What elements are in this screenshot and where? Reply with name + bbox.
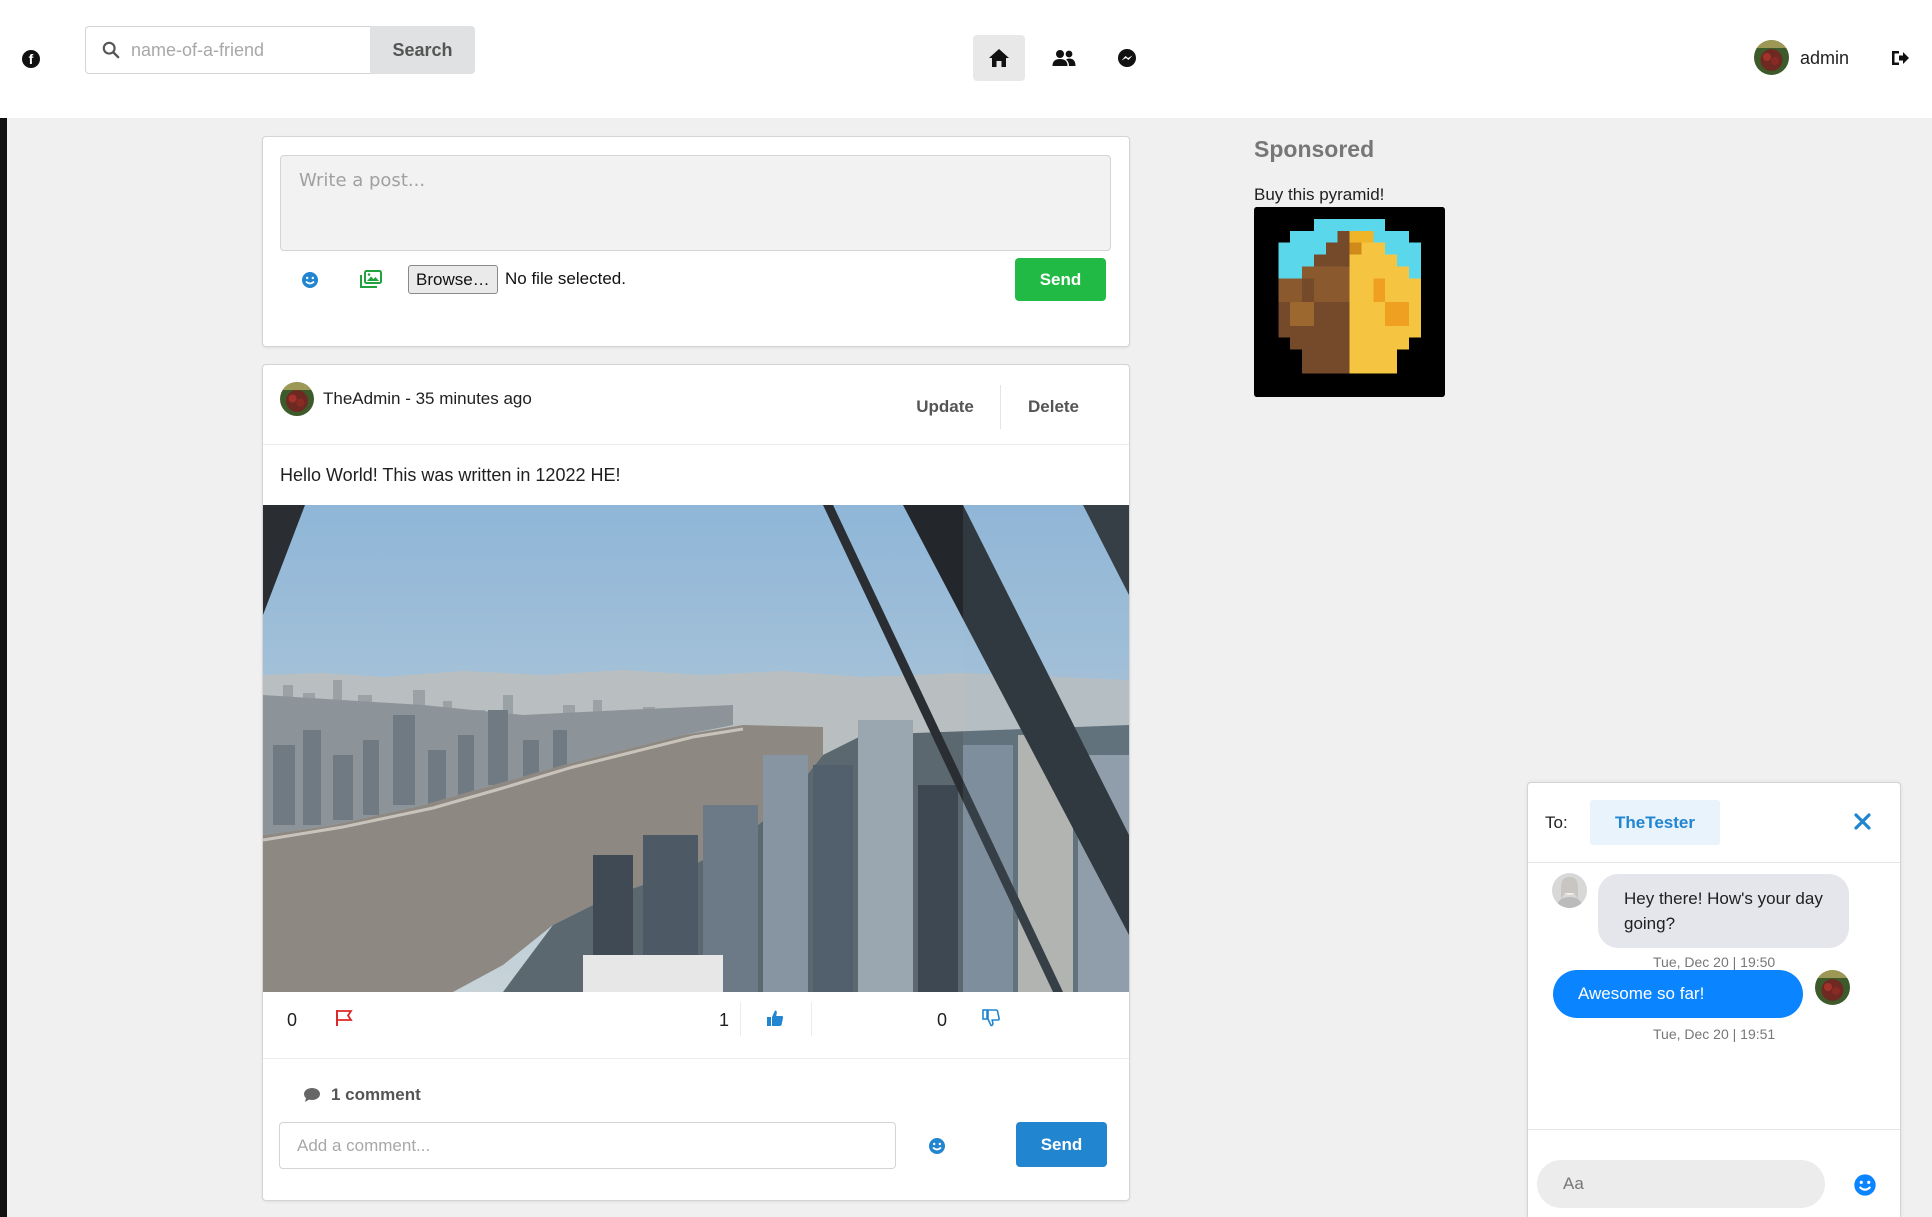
comment-icon bbox=[304, 1088, 320, 1102]
sender-avatar bbox=[1815, 970, 1850, 1005]
post-stats-divider bbox=[263, 1058, 1129, 1059]
flag-icon[interactable] bbox=[335, 1009, 353, 1027]
comment-send-button[interactable]: Send bbox=[1016, 1122, 1107, 1167]
post-actions: Update Delete bbox=[890, 385, 1106, 429]
smile-icon[interactable] bbox=[928, 1137, 946, 1155]
close-icon[interactable] bbox=[1854, 813, 1871, 830]
messenger-icon bbox=[1118, 49, 1136, 67]
search-button[interactable]: Search bbox=[370, 26, 475, 74]
smile-icon[interactable] bbox=[301, 271, 319, 289]
delete-post-button[interactable]: Delete bbox=[1001, 385, 1106, 429]
user-avatar[interactable] bbox=[1754, 40, 1789, 75]
chat-message-input[interactable] bbox=[1537, 1160, 1825, 1208]
post-textarea[interactable] bbox=[280, 155, 1111, 251]
post-author-time: TheAdmin - 35 minutes ago bbox=[323, 389, 532, 408]
facebook-icon[interactable]: f bbox=[22, 50, 40, 68]
post-image[interactable] bbox=[263, 505, 1129, 992]
sponsored-heading: Sponsored bbox=[1254, 136, 1375, 162]
images-icon[interactable] bbox=[360, 270, 382, 288]
search-icon bbox=[102, 41, 120, 59]
nav-friends-button[interactable] bbox=[1038, 35, 1090, 81]
sponsored-caption: Buy this pyramid! bbox=[1254, 185, 1385, 204]
like-count: 1 bbox=[719, 1010, 730, 1030]
chat-to-label: To: bbox=[1545, 813, 1568, 832]
dislike-count: 0 bbox=[937, 1010, 948, 1030]
home-icon bbox=[989, 49, 1009, 67]
search-box bbox=[85, 26, 370, 74]
friends-icon bbox=[1052, 50, 1076, 66]
post-send-button[interactable]: Send bbox=[1015, 258, 1106, 301]
search-input[interactable] bbox=[131, 27, 366, 73]
file-status-text: No file selected. bbox=[505, 269, 626, 288]
post-card: TheAdmin - 35 minutes ago Update Delete … bbox=[262, 364, 1130, 1201]
thumbs-down-icon[interactable] bbox=[982, 1009, 1000, 1027]
post-text: Hello World! This was written in 12022 H… bbox=[280, 465, 621, 485]
user-name[interactable]: admin bbox=[1800, 48, 1849, 69]
chat-recipient[interactable]: TheTester bbox=[1590, 800, 1720, 845]
nav-home-button[interactable] bbox=[973, 35, 1025, 81]
comments-toggle[interactable]: 1 comment bbox=[303, 1085, 421, 1105]
stats-separator bbox=[740, 1002, 741, 1036]
comment-input[interactable] bbox=[279, 1122, 896, 1169]
post-header-divider bbox=[263, 444, 1129, 445]
sign-out-icon[interactable] bbox=[1890, 48, 1910, 68]
author-avatar[interactable] bbox=[280, 382, 314, 416]
recipient-avatar bbox=[1552, 873, 1587, 908]
top-navbar: f Search a bbox=[0, 0, 1932, 118]
post-stats: 0 1 0 bbox=[263, 992, 1129, 1047]
comment-count-label: 1 comment bbox=[331, 1085, 421, 1104]
thumbs-up-icon[interactable] bbox=[766, 1009, 784, 1027]
left-edge-strip bbox=[0, 118, 7, 1217]
sponsored-pyramid-image[interactable] bbox=[1254, 207, 1445, 397]
message-timestamp: Tue, Dec 20 | 19:50 bbox=[1653, 954, 1776, 970]
report-count: 0 bbox=[287, 1010, 298, 1030]
smile-icon[interactable] bbox=[1853, 1173, 1877, 1197]
update-post-button[interactable]: Update bbox=[890, 385, 1001, 429]
message-timestamp: Tue, Dec 20 | 19:51 bbox=[1653, 1026, 1776, 1042]
incoming-message: Hey there! How's your day going? bbox=[1598, 874, 1849, 948]
outgoing-message: Awesome so far! bbox=[1553, 970, 1803, 1018]
chat-window: To: TheTester Hey there! How's your day … bbox=[1527, 782, 1901, 1217]
post-composer: Browse… No file selected. Send bbox=[262, 136, 1130, 347]
browse-file-button[interactable]: Browse… bbox=[408, 265, 498, 294]
nav-messenger-button[interactable] bbox=[1101, 35, 1153, 81]
stats-separator bbox=[811, 1002, 812, 1036]
chat-messages: Hey there! How's your day going? Tue, De… bbox=[1528, 863, 1900, 1130]
